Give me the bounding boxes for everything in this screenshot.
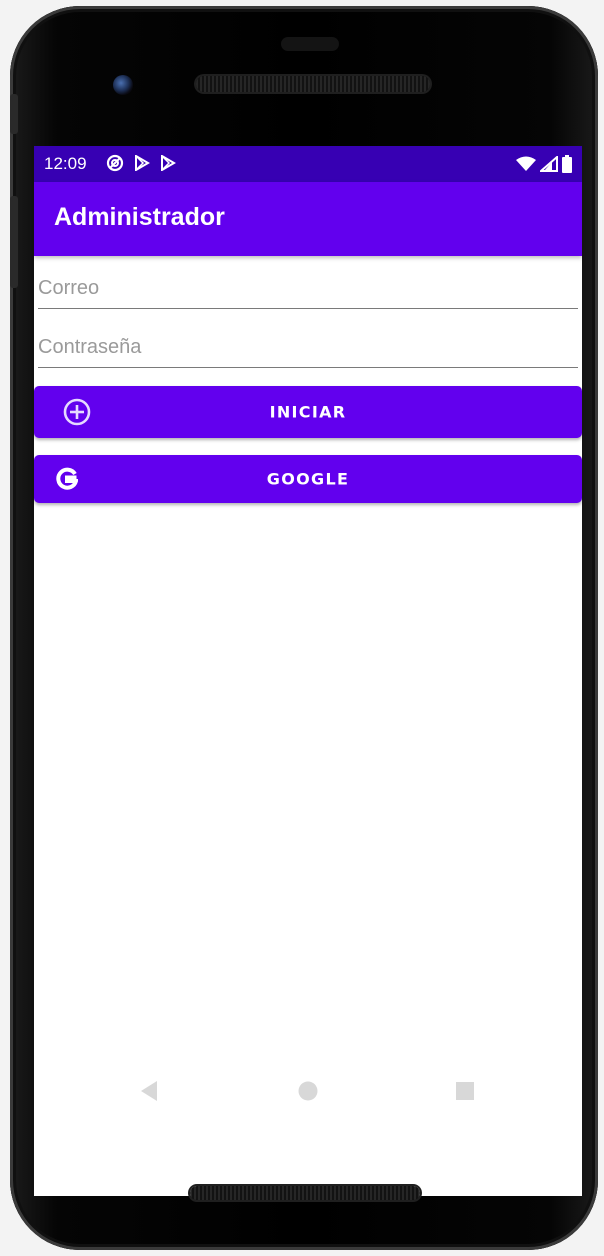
google-button-label: GOOGLE bbox=[266, 469, 350, 489]
side-button bbox=[10, 196, 18, 288]
navigation-bar bbox=[34, 1056, 582, 1126]
app-title: Administrador bbox=[54, 203, 225, 231]
bottom-speaker-grille bbox=[190, 1186, 420, 1200]
cell-signal-icon bbox=[538, 154, 558, 176]
top-speaker-grille bbox=[196, 76, 430, 92]
status-bar: 12:09 bbox=[34, 146, 582, 182]
play-store-icon bbox=[160, 154, 176, 175]
battery-icon bbox=[562, 155, 572, 177]
sync-icon bbox=[106, 154, 124, 176]
password-field[interactable] bbox=[38, 327, 578, 368]
home-icon[interactable] bbox=[293, 1076, 323, 1106]
email-field[interactable] bbox=[38, 268, 578, 309]
login-button[interactable]: INICIAR bbox=[34, 386, 582, 438]
screen: 12:09 Administrador Correo INICIAR GOOGL… bbox=[34, 146, 582, 1196]
recents-icon[interactable] bbox=[450, 1076, 480, 1106]
phone-frame: 12:09 Administrador Correo INICIAR GOOGL… bbox=[10, 6, 598, 1250]
back-icon[interactable] bbox=[134, 1076, 164, 1106]
side-button bbox=[10, 94, 18, 134]
google-sign-in-button[interactable]: GOOGLE bbox=[34, 455, 582, 503]
wifi-icon bbox=[516, 156, 536, 176]
page: 12:09 Administrador Correo INICIAR GOOGL… bbox=[0, 0, 604, 1256]
status-system-icons bbox=[516, 154, 572, 177]
status-notification-icons bbox=[106, 154, 176, 176]
play-store-icon bbox=[134, 154, 150, 175]
login-button-label: INICIAR bbox=[269, 402, 347, 422]
status-time: 12:09 bbox=[44, 154, 87, 173]
earpiece-slot bbox=[281, 37, 339, 51]
front-camera bbox=[113, 75, 133, 95]
app-bar: Administrador bbox=[34, 182, 582, 256]
